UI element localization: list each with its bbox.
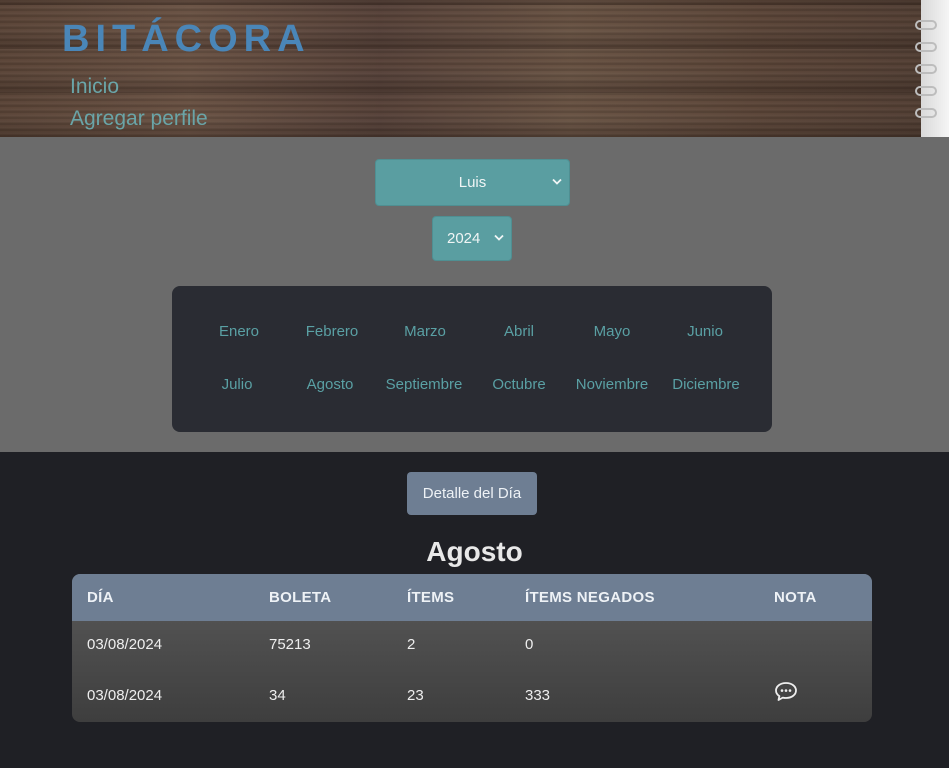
header: BITÁCORA Inicio Agregar perfile: [0, 0, 949, 137]
column-header-items-negados: ÍTEMS NEGADOS: [525, 589, 655, 606]
chevron-down-icon: [552, 177, 562, 188]
column-header-boleta: BOLETA: [269, 589, 332, 606]
cell-boleta: 75213: [269, 636, 311, 653]
chat-bubble-icon[interactable]: [774, 681, 798, 703]
cell-dia: 03/08/2024: [87, 687, 163, 704]
month-link-diciembre[interactable]: Diciembre: [656, 376, 756, 393]
year-select-value: 2024: [447, 230, 481, 247]
cell-items: 2: [407, 636, 416, 653]
month-link-mayo[interactable]: Mayo: [562, 323, 662, 340]
month-link-marzo[interactable]: Marzo: [375, 323, 475, 340]
table-header: DÍA BOLETA ÍTEMS ÍTEMS NEGADOS NOTA: [72, 574, 872, 621]
detalle-del-dia-button[interactable]: Detalle del Día: [407, 472, 537, 515]
month-title: Agosto: [426, 536, 523, 567]
month-link-febrero[interactable]: Febrero: [282, 323, 382, 340]
notebook-rings: [915, 20, 939, 137]
column-header-items: ÍTEMS: [407, 589, 455, 606]
cell-items-negados: 333: [525, 687, 551, 704]
filters-section: Luis 2024 Enero Febrero Marzo Abril Mayo…: [0, 137, 949, 452]
year-select[interactable]: 2024: [432, 216, 512, 261]
brand-logo: BITÁCORA: [62, 18, 311, 60]
month-link-junio[interactable]: Junio: [655, 323, 755, 340]
person-select-value: Luis: [458, 174, 487, 191]
cell-items: 23: [407, 687, 424, 704]
month-link-noviembre[interactable]: Noviembre: [562, 376, 662, 393]
person-select[interactable]: Luis: [375, 159, 570, 206]
cell-boleta: 34: [269, 687, 286, 704]
nav-link-inicio[interactable]: Inicio: [70, 75, 119, 99]
column-header-nota: NOTA: [774, 589, 817, 606]
cell-items-negados: 0: [525, 636, 534, 653]
month-link-octubre[interactable]: Octubre: [469, 376, 569, 393]
month-selector: Enero Febrero Marzo Abril Mayo Junio Jul…: [172, 286, 772, 432]
month-link-agosto[interactable]: Agosto: [280, 376, 380, 393]
cell-dia: 03/08/2024: [87, 636, 163, 653]
month-link-abril[interactable]: Abril: [469, 323, 569, 340]
nav-link-agregar-perfile[interactable]: Agregar perfile: [70, 107, 208, 131]
chevron-down-icon: [494, 233, 504, 244]
month-link-julio[interactable]: Julio: [187, 376, 287, 393]
month-link-enero[interactable]: Enero: [189, 323, 289, 340]
month-link-septiembre[interactable]: Septiembre: [374, 376, 474, 393]
records-table: DÍA BOLETA ÍTEMS ÍTEMS NEGADOS NOTA 03/0…: [72, 574, 872, 722]
column-header-dia: DÍA: [87, 589, 114, 606]
